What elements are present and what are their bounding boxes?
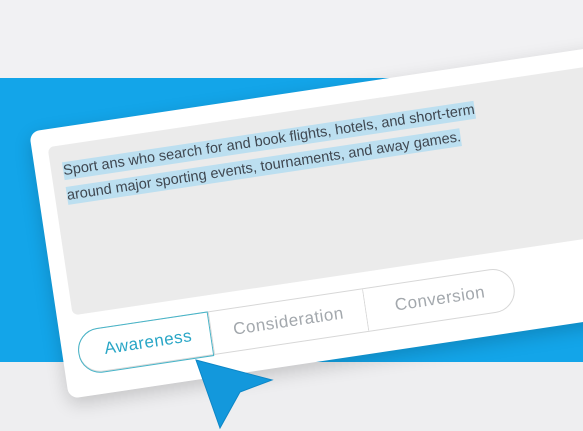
pointer-arrow-icon bbox=[195, 359, 274, 430]
tab-conversion[interactable]: Conversion bbox=[362, 267, 517, 331]
tab-consideration[interactable]: Consideration bbox=[207, 289, 369, 354]
